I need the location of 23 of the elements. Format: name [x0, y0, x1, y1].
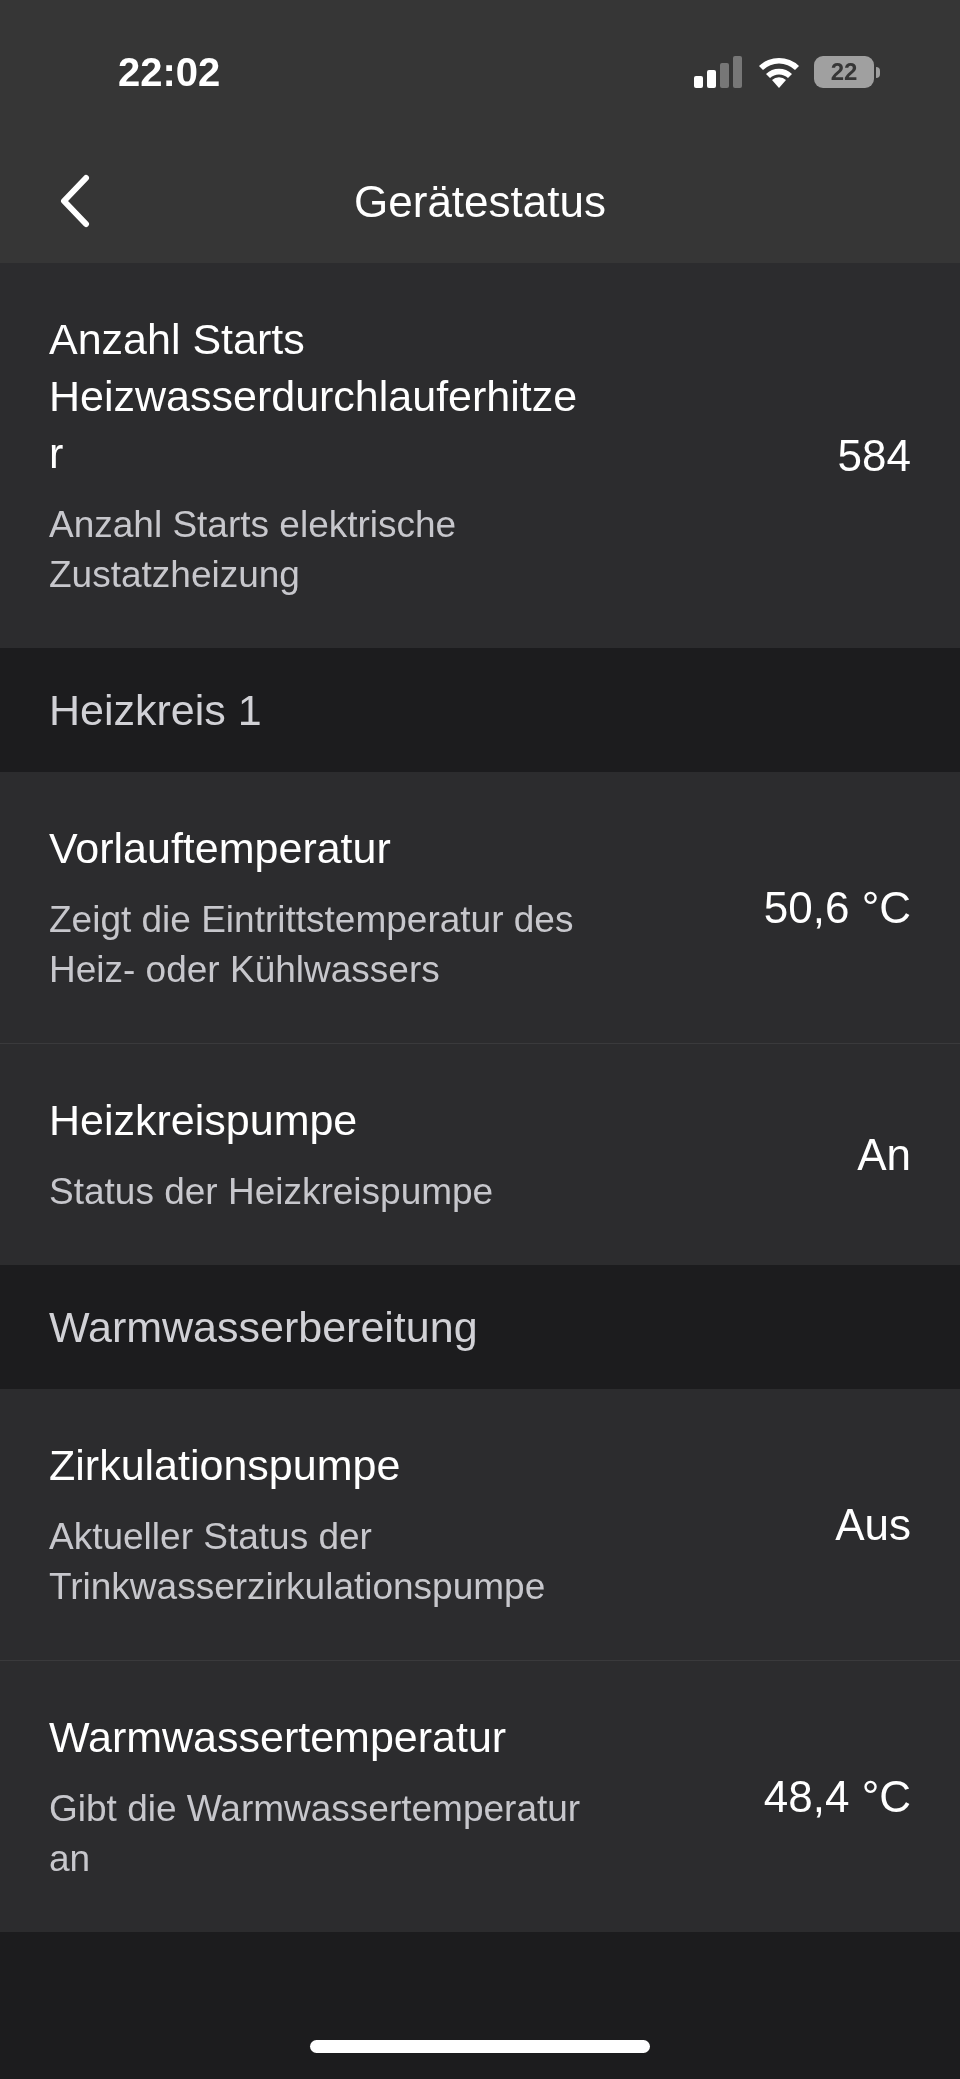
- row-value: An: [857, 1128, 911, 1181]
- row-title: Warmwassertemperatur: [49, 1712, 508, 1763]
- row-value: 584: [837, 429, 911, 482]
- back-button[interactable]: [58, 174, 90, 228]
- section-header: Heizkreis 1: [49, 684, 262, 736]
- row-description: Aktueller Status der Trinkwasserzirkulationspumpe: [49, 1515, 547, 1609]
- status-time: 22:02: [118, 49, 221, 96]
- row-value: Aus: [835, 1498, 911, 1551]
- row-description: Gibt die Warmwassertemperatur an: [49, 1787, 582, 1881]
- row-value: 50,6 °C: [763, 881, 911, 934]
- wifi-icon: [758, 56, 800, 88]
- section-header: Warmwasserbereitung: [49, 1301, 478, 1353]
- nav-title: Gerätestatus: [354, 175, 606, 228]
- row-title: Zirkulationspumpe: [49, 1440, 402, 1491]
- row-title: Vorlauftemperatur: [49, 823, 392, 874]
- row-title: Heizkreispumpe: [49, 1095, 359, 1146]
- row-value: 48,4 °C: [763, 1770, 911, 1823]
- row-title: Anzahl Starts Heizwasserdurchlauferhitze r: [49, 314, 579, 479]
- row-description: Status der Heizkreispumpe: [49, 1170, 495, 1214]
- row-description: Zeigt die Eintrittstemperatur des Heiz- oder Kühlwassers: [49, 898, 575, 992]
- signal-icon: [694, 56, 744, 88]
- chevron-left-icon: [58, 174, 90, 228]
- row-description: Anzahl Starts elektrische Zustatzheizung: [49, 503, 458, 597]
